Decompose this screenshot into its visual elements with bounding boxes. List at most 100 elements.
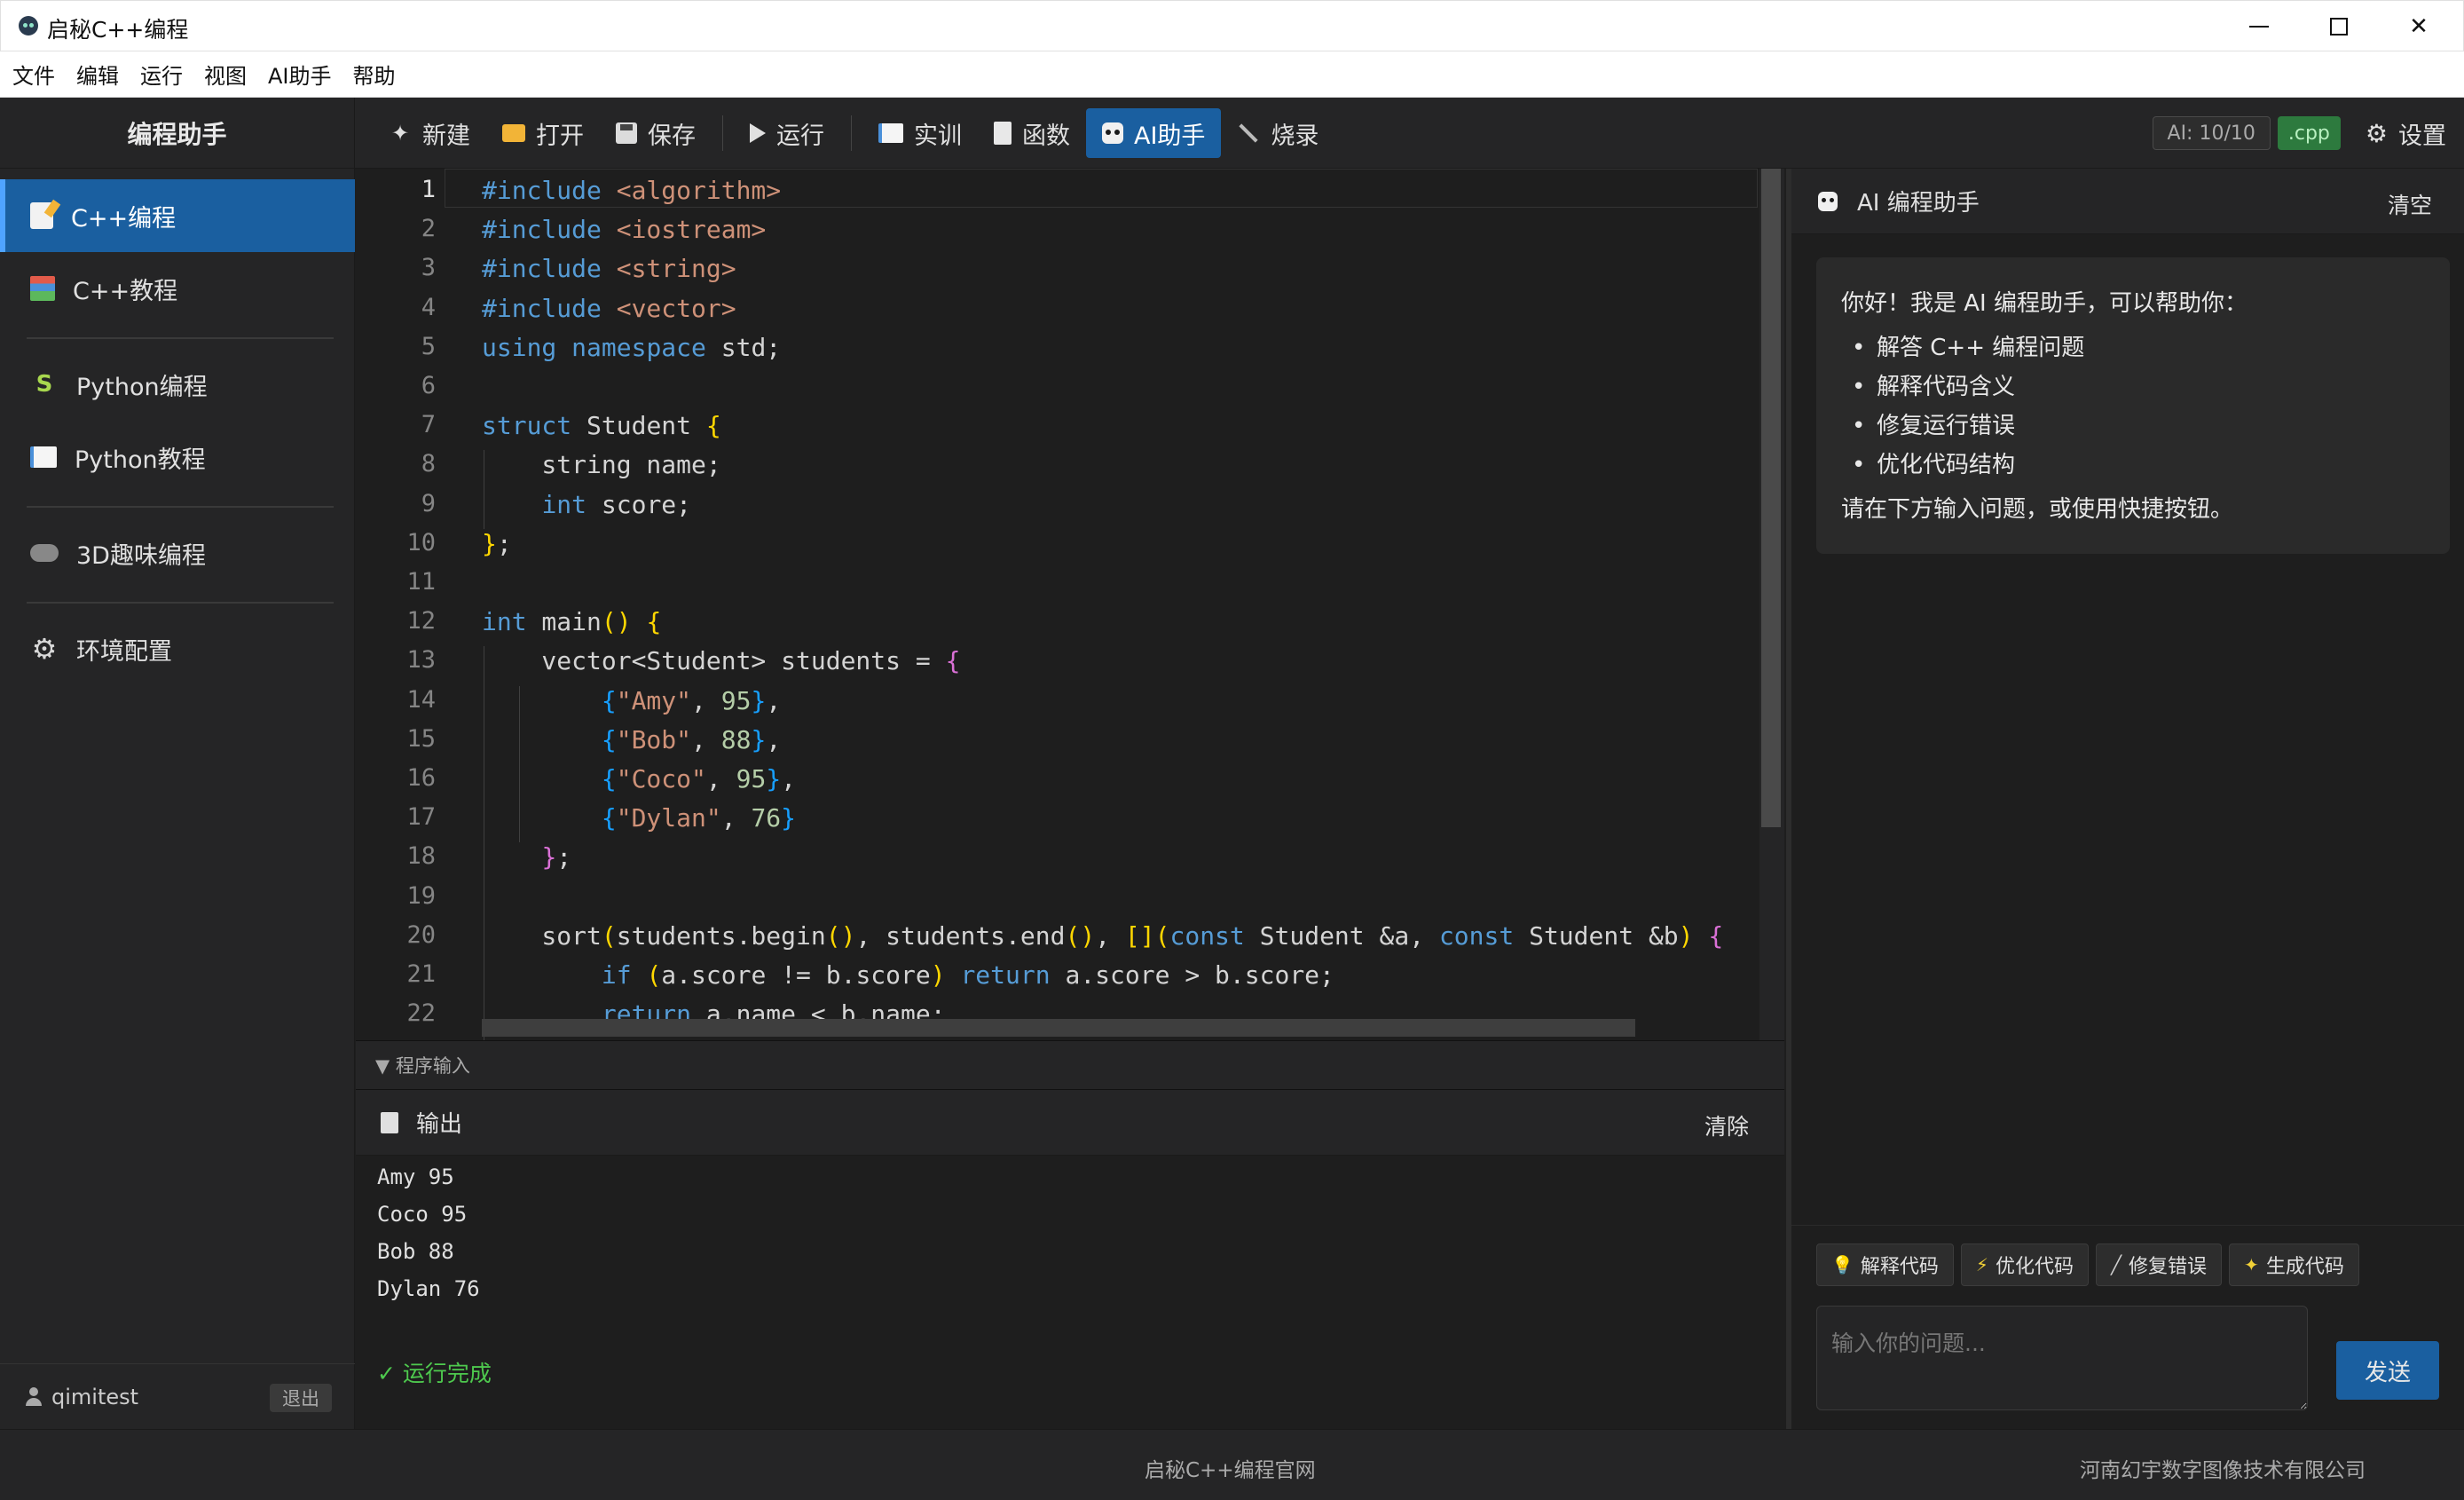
sidebar-item-environment[interactable]: ⚙ 环境配置	[0, 612, 355, 685]
functions-button[interactable]: 函数	[978, 108, 1086, 158]
language-badge[interactable]: .cpp	[2277, 116, 2341, 150]
ai-panel-title: AI 编程助手	[1857, 190, 1980, 217]
line-number: 4	[421, 293, 436, 321]
sidebar-item-cpp-tutorial[interactable]: C++教程	[0, 252, 355, 325]
menu-ai[interactable]: AI助手	[268, 59, 332, 90]
toolbar: 编程助手 ✦ 新建 打开 保存 运行 实训 函数 AI助手 烧录 AI: 10/1…	[0, 98, 2464, 169]
code-line[interactable]: #include <string>	[482, 254, 736, 283]
clear-output-button[interactable]: 清除	[1704, 1109, 1749, 1141]
line-number: 2	[421, 215, 436, 243]
settings-button[interactable]: ⚙ 设置	[2366, 116, 2446, 151]
sidebar-divider	[27, 602, 334, 604]
code-line[interactable]: {"Dylan", 76}	[482, 803, 796, 833]
line-number: 18	[406, 842, 436, 871]
menu-edit[interactable]: 编辑	[76, 59, 119, 90]
ai-assistant-button[interactable]: AI助手	[1086, 108, 1222, 158]
run-label: 运行	[776, 122, 824, 150]
line-number: 17	[406, 803, 436, 832]
code-line[interactable]: int main() {	[482, 607, 661, 636]
code-line[interactable]: struct Student {	[482, 411, 721, 440]
sidebar-item-label: Python教程	[75, 446, 206, 474]
menu-view[interactable]: 视图	[204, 59, 247, 90]
code-line[interactable]: #include <vector>	[482, 294, 736, 323]
new-button[interactable]: ✦ 新建	[373, 108, 486, 158]
send-button[interactable]: 发送	[2336, 1341, 2439, 1400]
ai-input-area: 💡 解释代码 ⚡ 优化代码 ╱ 修复错误 ✦ 生成代码 发送	[1791, 1225, 2464, 1429]
ai-assistant-label: AI助手	[1134, 122, 1206, 150]
clear-chat-button[interactable]: 清空	[2388, 188, 2432, 220]
editor-vertical-scrollbar[interactable]	[1759, 169, 1784, 1040]
gear-icon: ⚙	[2365, 118, 2388, 148]
line-number: 13	[406, 646, 436, 675]
training-label: 实训	[914, 122, 962, 150]
code-line[interactable]: #include <iostream>	[482, 215, 766, 244]
code-line[interactable]: {"Coco", 95},	[482, 764, 796, 793]
line-number: 11	[406, 568, 436, 596]
code-line[interactable]: };	[482, 529, 512, 558]
generate-code-button[interactable]: ✦ 生成代码	[2229, 1243, 2359, 1286]
line-number: 1	[421, 176, 436, 203]
burn-button[interactable]: 烧录	[1221, 108, 1334, 158]
brand-title: 编程助手	[0, 98, 355, 169]
user-panel: qimitest 退出	[0, 1363, 355, 1429]
optimize-code-button[interactable]: ⚡ 优化代码	[1960, 1243, 2089, 1286]
training-button[interactable]: 实训	[862, 108, 978, 158]
new-label: 新建	[422, 122, 470, 150]
sidebar-item-label: C++教程	[73, 277, 178, 305]
code-line[interactable]: };	[482, 842, 571, 872]
code-line[interactable]: if (a.score != b.score) return a.score >…	[482, 960, 1334, 990]
run-button[interactable]: 运行	[734, 108, 840, 158]
sidebar-item-label: 3D趣味编程	[76, 541, 206, 570]
save-button[interactable]: 保存	[600, 108, 712, 158]
username: qimitest	[51, 1384, 139, 1409]
line-number: 16	[406, 764, 436, 792]
quick-actions: 💡 解释代码 ⚡ 优化代码 ╱ 修复错误 ✦ 生成代码	[1816, 1243, 2366, 1286]
sidebar-item-python-tutorial[interactable]: Python教程	[0, 421, 355, 493]
code-line[interactable]: sort(students.begin(), students.end(), […	[482, 921, 1723, 951]
output-title: 输出	[416, 1111, 463, 1138]
ai-greeting: 你好！我是 AI 编程助手，可以帮助你：	[1841, 290, 2248, 317]
scrollbar-thumb[interactable]	[1761, 169, 1781, 827]
menu-bar: 文件 编辑 运行 视图 AI助手 帮助	[0, 51, 2464, 98]
code-area[interactable]: #include <algorithm> #include <iostream> #…	[482, 169, 1759, 1040]
logout-button[interactable]: 退出	[270, 1384, 332, 1412]
menu-file[interactable]: 文件	[12, 59, 55, 90]
menu-help[interactable]: 帮助	[353, 59, 396, 90]
output-header: 输出 清除	[356, 1090, 1784, 1156]
code-line[interactable]: string name;	[482, 450, 720, 479]
editor-horizontal-scrollbar[interactable]	[482, 1019, 1759, 1038]
fix-error-button[interactable]: ╱ 修复错误	[2095, 1243, 2223, 1286]
code-editor[interactable]: 1234567891011121314151617181920212223 #i…	[356, 169, 1784, 1040]
user-icon	[25, 1386, 43, 1407]
code-line[interactable]: {"Bob", 88},	[482, 725, 781, 754]
code-line[interactable]: int score;	[482, 490, 691, 519]
ai-hint: 请在下方输入问题，或使用快捷按钮。	[1841, 496, 2234, 523]
menu-run[interactable]: 运行	[140, 59, 183, 90]
title-bar: 启秘C++编程 ✕	[0, 0, 2464, 51]
scrollbar-thumb[interactable]	[482, 1019, 1635, 1037]
toolbar-divider	[851, 115, 852, 151]
pen-icon	[1239, 123, 1259, 143]
code-line[interactable]: #include <algorithm>	[482, 176, 781, 205]
gear-icon: ⚙	[31, 632, 58, 666]
indent-guide	[519, 685, 520, 843]
close-button[interactable]: ✕	[2379, 1, 2459, 52]
open-button[interactable]: 打开	[486, 108, 600, 158]
sidebar-item-3d-programming[interactable]: 3D趣味编程	[0, 517, 355, 589]
sidebar-item-cpp-programming[interactable]: C++编程	[0, 179, 355, 252]
code-line[interactable]: vector<Student> students = {	[482, 646, 960, 675]
maximize-button[interactable]	[2299, 1, 2379, 52]
code-line[interactable]: {"Amy", 95},	[482, 686, 781, 715]
minimize-button[interactable]	[2219, 1, 2299, 52]
sidebar-item-python-programming[interactable]: S Python编程	[0, 348, 355, 421]
sidebar-divider	[27, 506, 334, 508]
quick-action-label: 解释代码	[1860, 1256, 1939, 1278]
official-site-link[interactable]: 启秘C++编程官网	[1145, 1453, 1316, 1483]
code-line[interactable]: using namespace std;	[482, 333, 781, 362]
open-label: 打开	[536, 122, 584, 150]
explain-code-button[interactable]: 💡 解释代码	[1816, 1243, 1954, 1286]
ai-question-input[interactable]	[1816, 1306, 2308, 1410]
program-input-toggle[interactable]: ▼ 程序输入	[356, 1040, 1784, 1090]
save-icon	[616, 122, 637, 144]
company-name: 河南幻宇数字图像技术有限公司	[2080, 1459, 2366, 1482]
